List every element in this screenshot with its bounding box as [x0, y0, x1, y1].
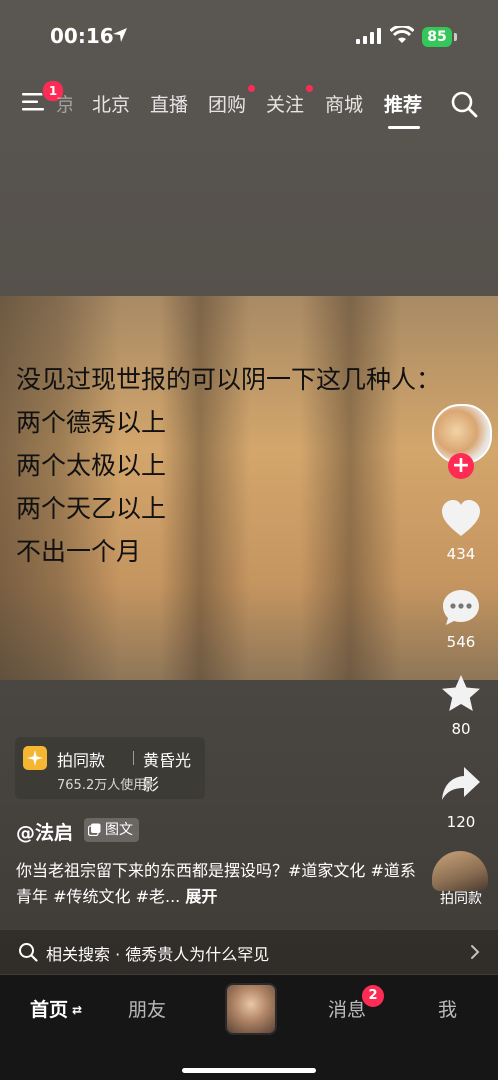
related-search-text: 相关搜索 · 德秀贵人为什么罕见	[46, 945, 270, 964]
same-style-label[interactable]: 拍同款	[432, 888, 490, 908]
search-icon	[19, 943, 38, 962]
share-count: 120	[446, 813, 476, 831]
top-nav: 1 京 北京 直播 团购 关注 商城 推荐	[0, 80, 498, 130]
headline-line: 两个天乙以上	[16, 494, 167, 523]
bottom-nav: 首页 ⇄ 朋友 消息 2 我	[0, 975, 498, 1080]
author-name[interactable]: @法启	[16, 818, 73, 845]
headline-line: 两个德秀以上	[16, 408, 167, 437]
sparkle-icon	[23, 746, 47, 770]
template-card[interactable]: 拍同款 黄昏光影 765.2万人使用	[15, 737, 205, 799]
home-indicator	[182, 1068, 316, 1073]
post-headline: 没见过现世报的可以阴一下这几种人： 两个德秀以上 两个太极以上 两个天乙以上 不…	[16, 358, 492, 573]
expand-link[interactable]: 展开	[185, 887, 217, 906]
tab-beijing[interactable]: 北京	[92, 90, 130, 117]
refresh-arrows-icon: ⇄	[72, 1003, 83, 1017]
following-dot	[306, 85, 313, 92]
tab-friends[interactable]: 朋友	[128, 995, 166, 1022]
status-time: 00:16	[50, 24, 114, 48]
post-description: 你当老祖宗留下来的东西都是摆设吗？#道家文化 #道系青年 #传统文化 #老...…	[16, 858, 416, 910]
battery-tip	[454, 33, 457, 41]
headline-line: 没见过现世报的可以阴一下这几种人：	[16, 365, 442, 394]
tab-home[interactable]: 首页 ⇄	[30, 995, 82, 1022]
headline-line: 两个太极以上	[16, 451, 167, 480]
template-name: 黄昏光影	[143, 751, 192, 794]
favorite-count: 80	[451, 720, 471, 738]
share-icon[interactable]	[440, 763, 482, 805]
search-icon[interactable]	[450, 90, 478, 118]
template-separator	[133, 751, 134, 765]
tab-me[interactable]: 我	[438, 995, 457, 1022]
tab-live[interactable]: 直播	[150, 90, 188, 117]
tab-home-label: 首页	[30, 999, 69, 1021]
group-buy-dot	[248, 85, 255, 92]
template-users: 765.2万人使用	[57, 778, 147, 793]
image-text-icon	[88, 823, 101, 836]
active-tab-underline	[388, 126, 420, 129]
tab-messages[interactable]: 消息	[328, 995, 366, 1022]
tab-partial[interactable]: 京	[56, 90, 72, 117]
follow-button[interactable]: +	[448, 453, 474, 479]
heart-icon[interactable]	[440, 498, 482, 540]
tab-group-buy[interactable]: 团购	[208, 90, 246, 117]
related-search-bar[interactable]: 相关搜索 · 德秀贵人为什么罕见	[0, 930, 498, 974]
tab-following[interactable]: 关注	[266, 90, 304, 117]
star-icon[interactable]	[440, 673, 482, 715]
messages-badge: 2	[362, 985, 384, 1007]
battery-indicator: 85	[422, 27, 452, 47]
tab-mall[interactable]: 商城	[325, 90, 363, 117]
chevron-right-icon	[471, 945, 480, 959]
headline-line: 不出一个月	[16, 537, 142, 566]
location-arrow-icon	[113, 28, 127, 42]
like-count: 434	[446, 545, 476, 563]
post-type-label: 图文	[105, 822, 133, 838]
template-title: 拍同款	[57, 751, 106, 770]
create-post-thumb[interactable]	[225, 983, 277, 1035]
signal-icon	[356, 28, 381, 44]
tab-recommended[interactable]: 推荐	[384, 90, 422, 117]
comment-count: 546	[446, 633, 476, 651]
wifi-icon	[390, 26, 414, 43]
post-type-tag: 图文	[84, 818, 139, 842]
status-bar: 00:16 85	[0, 0, 498, 74]
comment-icon[interactable]	[440, 587, 482, 629]
